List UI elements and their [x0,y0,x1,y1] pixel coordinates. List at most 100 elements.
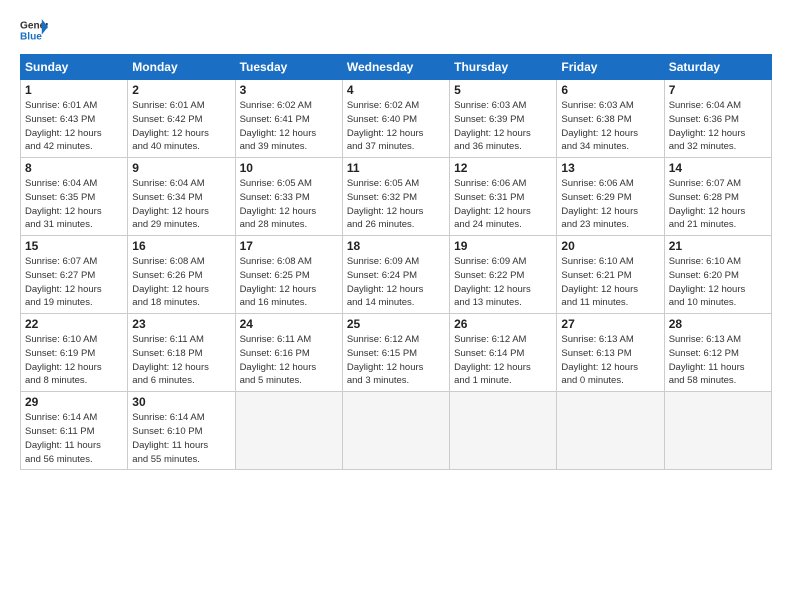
day-number: 23 [132,317,230,331]
calendar-cell: 14Sunrise: 6:07 AMSunset: 6:28 PMDayligh… [664,158,771,236]
day-info: Sunrise: 6:05 AMSunset: 6:33 PMDaylight:… [240,177,338,232]
day-info: Sunrise: 6:06 AMSunset: 6:31 PMDaylight:… [454,177,552,232]
day-info: Sunrise: 6:04 AMSunset: 6:36 PMDaylight:… [669,99,767,154]
calendar-cell: 28 Sunrise: 6:13 AMSunset: 6:12 PMDayligh… [664,314,771,392]
day-number: 6 [561,83,659,97]
calendar-cell: 17 Sunrise: 6:08 AMSunset: 6:25 PMDayligh… [235,236,342,314]
day-header-thursday: Thursday [450,55,557,80]
calendar-cell: 2 Sunrise: 6:01 AMSunset: 6:42 PMDaylight… [128,80,235,158]
day-info: Sunrise: 6:11 AMSunset: 6:18 PMDaylight:… [132,333,230,388]
day-number: 20 [561,239,659,253]
calendar-week-5: 29 Sunrise: 6:14 AMSunset: 6:11 PMDayligh… [21,392,772,470]
calendar-cell [450,392,557,470]
day-info: Sunrise: 6:07 AMSunset: 6:27 PMDaylight:… [25,255,123,310]
day-number: 26 [454,317,552,331]
calendar-cell: 6 Sunrise: 6:03 AMSunset: 6:38 PMDaylight… [557,80,664,158]
calendar-body: 1 Sunrise: 6:01 AMSunset: 6:43 PMDaylight… [21,80,772,470]
day-number: 24 [240,317,338,331]
day-info: Sunrise: 6:02 AMSunset: 6:40 PMDaylight:… [347,99,445,154]
calendar-week-1: 1 Sunrise: 6:01 AMSunset: 6:43 PMDaylight… [21,80,772,158]
day-number: 21 [669,239,767,253]
calendar-cell: 11Sunrise: 6:05 AMSunset: 6:32 PMDayligh… [342,158,449,236]
day-number: 30 [132,395,230,409]
day-info: Sunrise: 6:04 AMSunset: 6:35 PMDaylight:… [25,177,123,232]
day-header-monday: Monday [128,55,235,80]
page-header: General Blue [20,16,772,44]
day-info: Sunrise: 6:14 AMSunset: 6:11 PMDaylight:… [25,411,123,466]
day-info: Sunrise: 6:12 AMSunset: 6:15 PMDaylight:… [347,333,445,388]
day-number: 12 [454,161,552,175]
calendar-cell: 5Sunrise: 6:03 AMSunset: 6:39 PMDaylight… [450,80,557,158]
day-header-tuesday: Tuesday [235,55,342,80]
calendar-cell: 8 Sunrise: 6:04 AMSunset: 6:35 PMDaylight… [21,158,128,236]
day-header-friday: Friday [557,55,664,80]
day-number: 25 [347,317,445,331]
day-number: 1 [25,83,123,97]
day-header-sunday: Sunday [21,55,128,80]
calendar-cell: 9 Sunrise: 6:04 AMSunset: 6:34 PMDaylight… [128,158,235,236]
day-info: Sunrise: 6:12 AMSunset: 6:14 PMDaylight:… [454,333,552,388]
day-info: Sunrise: 6:10 AMSunset: 6:20 PMDaylight:… [669,255,767,310]
calendar-cell: 30Sunrise: 6:14 AMSunset: 6:10 PMDayligh… [128,392,235,470]
day-info: Sunrise: 6:02 AMSunset: 6:41 PMDaylight:… [240,99,338,154]
day-number: 2 [132,83,230,97]
day-info: Sunrise: 6:03 AMSunset: 6:38 PMDaylight:… [561,99,659,154]
day-number: 16 [132,239,230,253]
calendar-cell: 15 Sunrise: 6:07 AMSunset: 6:27 PMDayligh… [21,236,128,314]
day-info: Sunrise: 6:13 AMSunset: 6:12 PMDaylight:… [669,333,767,388]
day-number: 7 [669,83,767,97]
day-info: Sunrise: 6:01 AMSunset: 6:43 PMDaylight:… [25,99,123,154]
day-number: 10 [240,161,338,175]
calendar-cell: 13 Sunrise: 6:06 AMSunset: 6:29 PMDayligh… [557,158,664,236]
day-number: 13 [561,161,659,175]
calendar-cell: 29 Sunrise: 6:14 AMSunset: 6:11 PMDayligh… [21,392,128,470]
day-info: Sunrise: 6:01 AMSunset: 6:42 PMDaylight:… [132,99,230,154]
calendar-table: SundayMondayTuesdayWednesdayThursdayFrid… [20,54,772,470]
day-info: Sunrise: 6:10 AMSunset: 6:19 PMDaylight:… [25,333,123,388]
calendar-page: General Blue SundayMondayTuesdayWednesda… [0,0,792,612]
day-info: Sunrise: 6:13 AMSunset: 6:13 PMDaylight:… [561,333,659,388]
day-header-wednesday: Wednesday [342,55,449,80]
calendar-cell: 20Sunrise: 6:10 AMSunset: 6:21 PMDayligh… [557,236,664,314]
calendar-week-4: 22Sunrise: 6:10 AMSunset: 6:19 PMDayligh… [21,314,772,392]
day-info: Sunrise: 6:08 AMSunset: 6:26 PMDaylight:… [132,255,230,310]
calendar-week-3: 15 Sunrise: 6:07 AMSunset: 6:27 PMDayligh… [21,236,772,314]
calendar-cell [664,392,771,470]
calendar-cell: 10 Sunrise: 6:05 AMSunset: 6:33 PMDayligh… [235,158,342,236]
calendar-cell [557,392,664,470]
calendar-cell: 27 Sunrise: 6:13 AMSunset: 6:13 PMDayligh… [557,314,664,392]
calendar-header-row: SundayMondayTuesdayWednesdayThursdayFrid… [21,55,772,80]
calendar-cell: 23 Sunrise: 6:11 AMSunset: 6:18 PMDayligh… [128,314,235,392]
day-number: 28 [669,317,767,331]
day-info: Sunrise: 6:04 AMSunset: 6:34 PMDaylight:… [132,177,230,232]
day-info: Sunrise: 6:03 AMSunset: 6:39 PMDaylight:… [454,99,552,154]
day-info: Sunrise: 6:08 AMSunset: 6:25 PMDaylight:… [240,255,338,310]
calendar-cell: 19 Sunrise: 6:09 AMSunset: 6:22 PMDayligh… [450,236,557,314]
day-number: 19 [454,239,552,253]
logo: General Blue [20,16,48,44]
day-number: 27 [561,317,659,331]
day-number: 17 [240,239,338,253]
calendar-cell: 26 Sunrise: 6:12 AMSunset: 6:14 PMDayligh… [450,314,557,392]
day-info: Sunrise: 6:11 AMSunset: 6:16 PMDaylight:… [240,333,338,388]
day-info: Sunrise: 6:07 AMSunset: 6:28 PMDaylight:… [669,177,767,232]
day-info: Sunrise: 6:09 AMSunset: 6:22 PMDaylight:… [454,255,552,310]
day-number: 29 [25,395,123,409]
logo-icon: General Blue [20,16,48,44]
calendar-cell: 3 Sunrise: 6:02 AMSunset: 6:41 PMDaylight… [235,80,342,158]
calendar-cell [235,392,342,470]
day-number: 18 [347,239,445,253]
day-number: 9 [132,161,230,175]
calendar-week-2: 8 Sunrise: 6:04 AMSunset: 6:35 PMDaylight… [21,158,772,236]
calendar-cell: 1 Sunrise: 6:01 AMSunset: 6:43 PMDaylight… [21,80,128,158]
day-number: 15 [25,239,123,253]
day-info: Sunrise: 6:06 AMSunset: 6:29 PMDaylight:… [561,177,659,232]
day-number: 8 [25,161,123,175]
calendar-cell: 7 Sunrise: 6:04 AMSunset: 6:36 PMDaylight… [664,80,771,158]
day-number: 11 [347,161,445,175]
calendar-cell: 21 Sunrise: 6:10 AMSunset: 6:20 PMDayligh… [664,236,771,314]
calendar-cell: 18 Sunrise: 6:09 AMSunset: 6:24 PMDayligh… [342,236,449,314]
day-info: Sunrise: 6:09 AMSunset: 6:24 PMDaylight:… [347,255,445,310]
calendar-cell: 4Sunrise: 6:02 AMSunset: 6:40 PMDaylight… [342,80,449,158]
day-number: 3 [240,83,338,97]
